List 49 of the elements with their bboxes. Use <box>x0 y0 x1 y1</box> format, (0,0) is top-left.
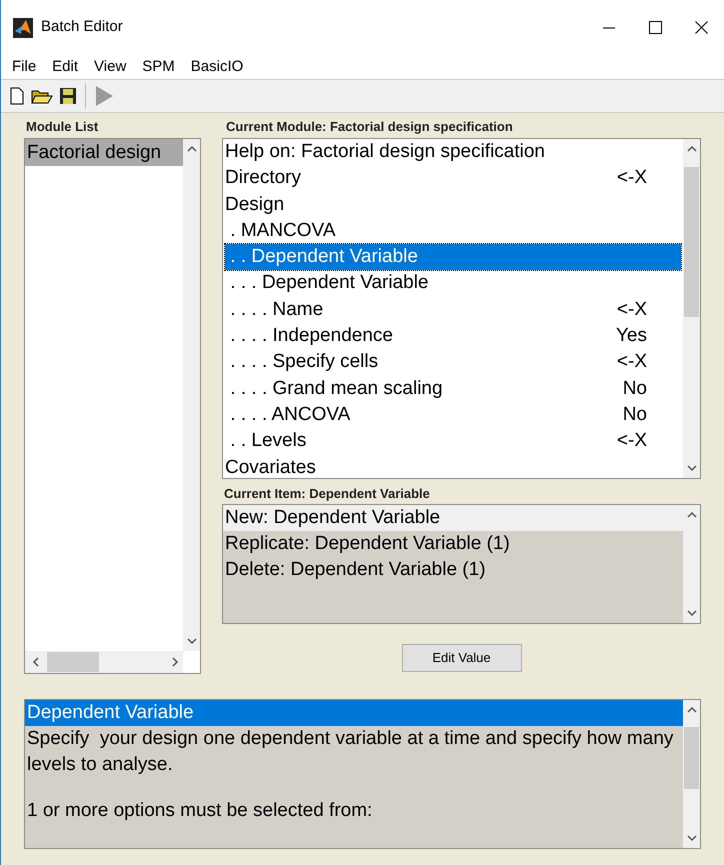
scroll-down-icon[interactable] <box>686 465 696 472</box>
menu-item[interactable]: View <box>94 56 126 78</box>
scroll-thumb[interactable] <box>684 727 699 789</box>
menu-item[interactable]: Edit <box>52 56 78 78</box>
app-logo-icon <box>13 18 33 38</box>
option-row[interactable]: Delete: Dependent Variable (1) <box>223 557 683 583</box>
help-paragraph: 1 or more options must be selected from: <box>26 799 374 823</box>
setting-row[interactable]: . . . . Grand mean scaling No <box>225 376 681 402</box>
section-label: Current Item: Dependent Variable <box>223 485 431 503</box>
setting-row[interactable]: Design <box>225 192 681 218</box>
option-row[interactable]: New: Dependent Variable <box>223 505 683 531</box>
help-paragraph: Specify your design one dependent variable at a time and specify how many levels to analyse. <box>26 727 674 777</box>
scroll-right-icon[interactable] <box>172 657 179 667</box>
menu-item[interactable]: SPM <box>142 56 175 78</box>
option-row[interactable]: Replicate: Dependent Variable (1) <box>223 531 683 557</box>
scroll-up-icon[interactable] <box>686 706 696 713</box>
scroll-down-icon[interactable] <box>686 610 696 617</box>
setting-row[interactable]: Help on: Factorial design specification <box>225 139 681 166</box>
scroll-thumb[interactable] <box>47 652 99 672</box>
scroll-up-icon[interactable] <box>686 511 696 518</box>
setting-row[interactable]: . . Dependent Variable <box>225 244 681 270</box>
setting-row[interactable]: . . . Dependent Variable <box>225 270 681 297</box>
scroll-down-icon[interactable] <box>686 835 696 842</box>
section-label: Current Module: Factorial design specification <box>225 118 514 136</box>
minimize-icon <box>603 26 615 28</box>
scroll-thumb[interactable] <box>684 167 699 317</box>
window-title: Batch Editor <box>41 17 123 38</box>
scroll-down-icon[interactable] <box>186 638 196 645</box>
scroll-up-icon[interactable] <box>186 145 196 152</box>
scroll-left-icon[interactable] <box>32 657 39 667</box>
help-title: Dependent Variable <box>25 700 683 726</box>
setting-row[interactable]: . MANCOVA <box>225 218 681 244</box>
menu-item[interactable]: File <box>12 56 36 78</box>
setting-row[interactable]: . . . . Specify cells <-X <box>225 349 681 376</box>
close-icon <box>694 21 708 34</box>
setting-row[interactable]: . . Levels <-X <box>225 428 681 455</box>
setting-row[interactable]: . . . . Independence Yes <box>225 323 681 350</box>
edit-value-button[interactable]: Edit Value <box>402 644 522 672</box>
save-icon[interactable] <box>59 87 77 105</box>
module-list-item[interactable]: Factorial design <box>25 139 183 166</box>
new-file-icon[interactable] <box>9 87 25 105</box>
section-label: Module List <box>25 118 100 136</box>
menu-item[interactable]: BasicIO <box>190 56 244 78</box>
setting-row[interactable]: Directory <-X <box>225 165 681 192</box>
setting-row[interactable]: . . . . Name <-X <box>225 296 681 324</box>
setting-row[interactable]: . . . . ANCOVA No <box>225 402 681 428</box>
setting-row[interactable]: Covariates <box>225 454 681 478</box>
maximize-icon <box>648 21 662 34</box>
scroll-up-icon[interactable] <box>686 145 696 152</box>
